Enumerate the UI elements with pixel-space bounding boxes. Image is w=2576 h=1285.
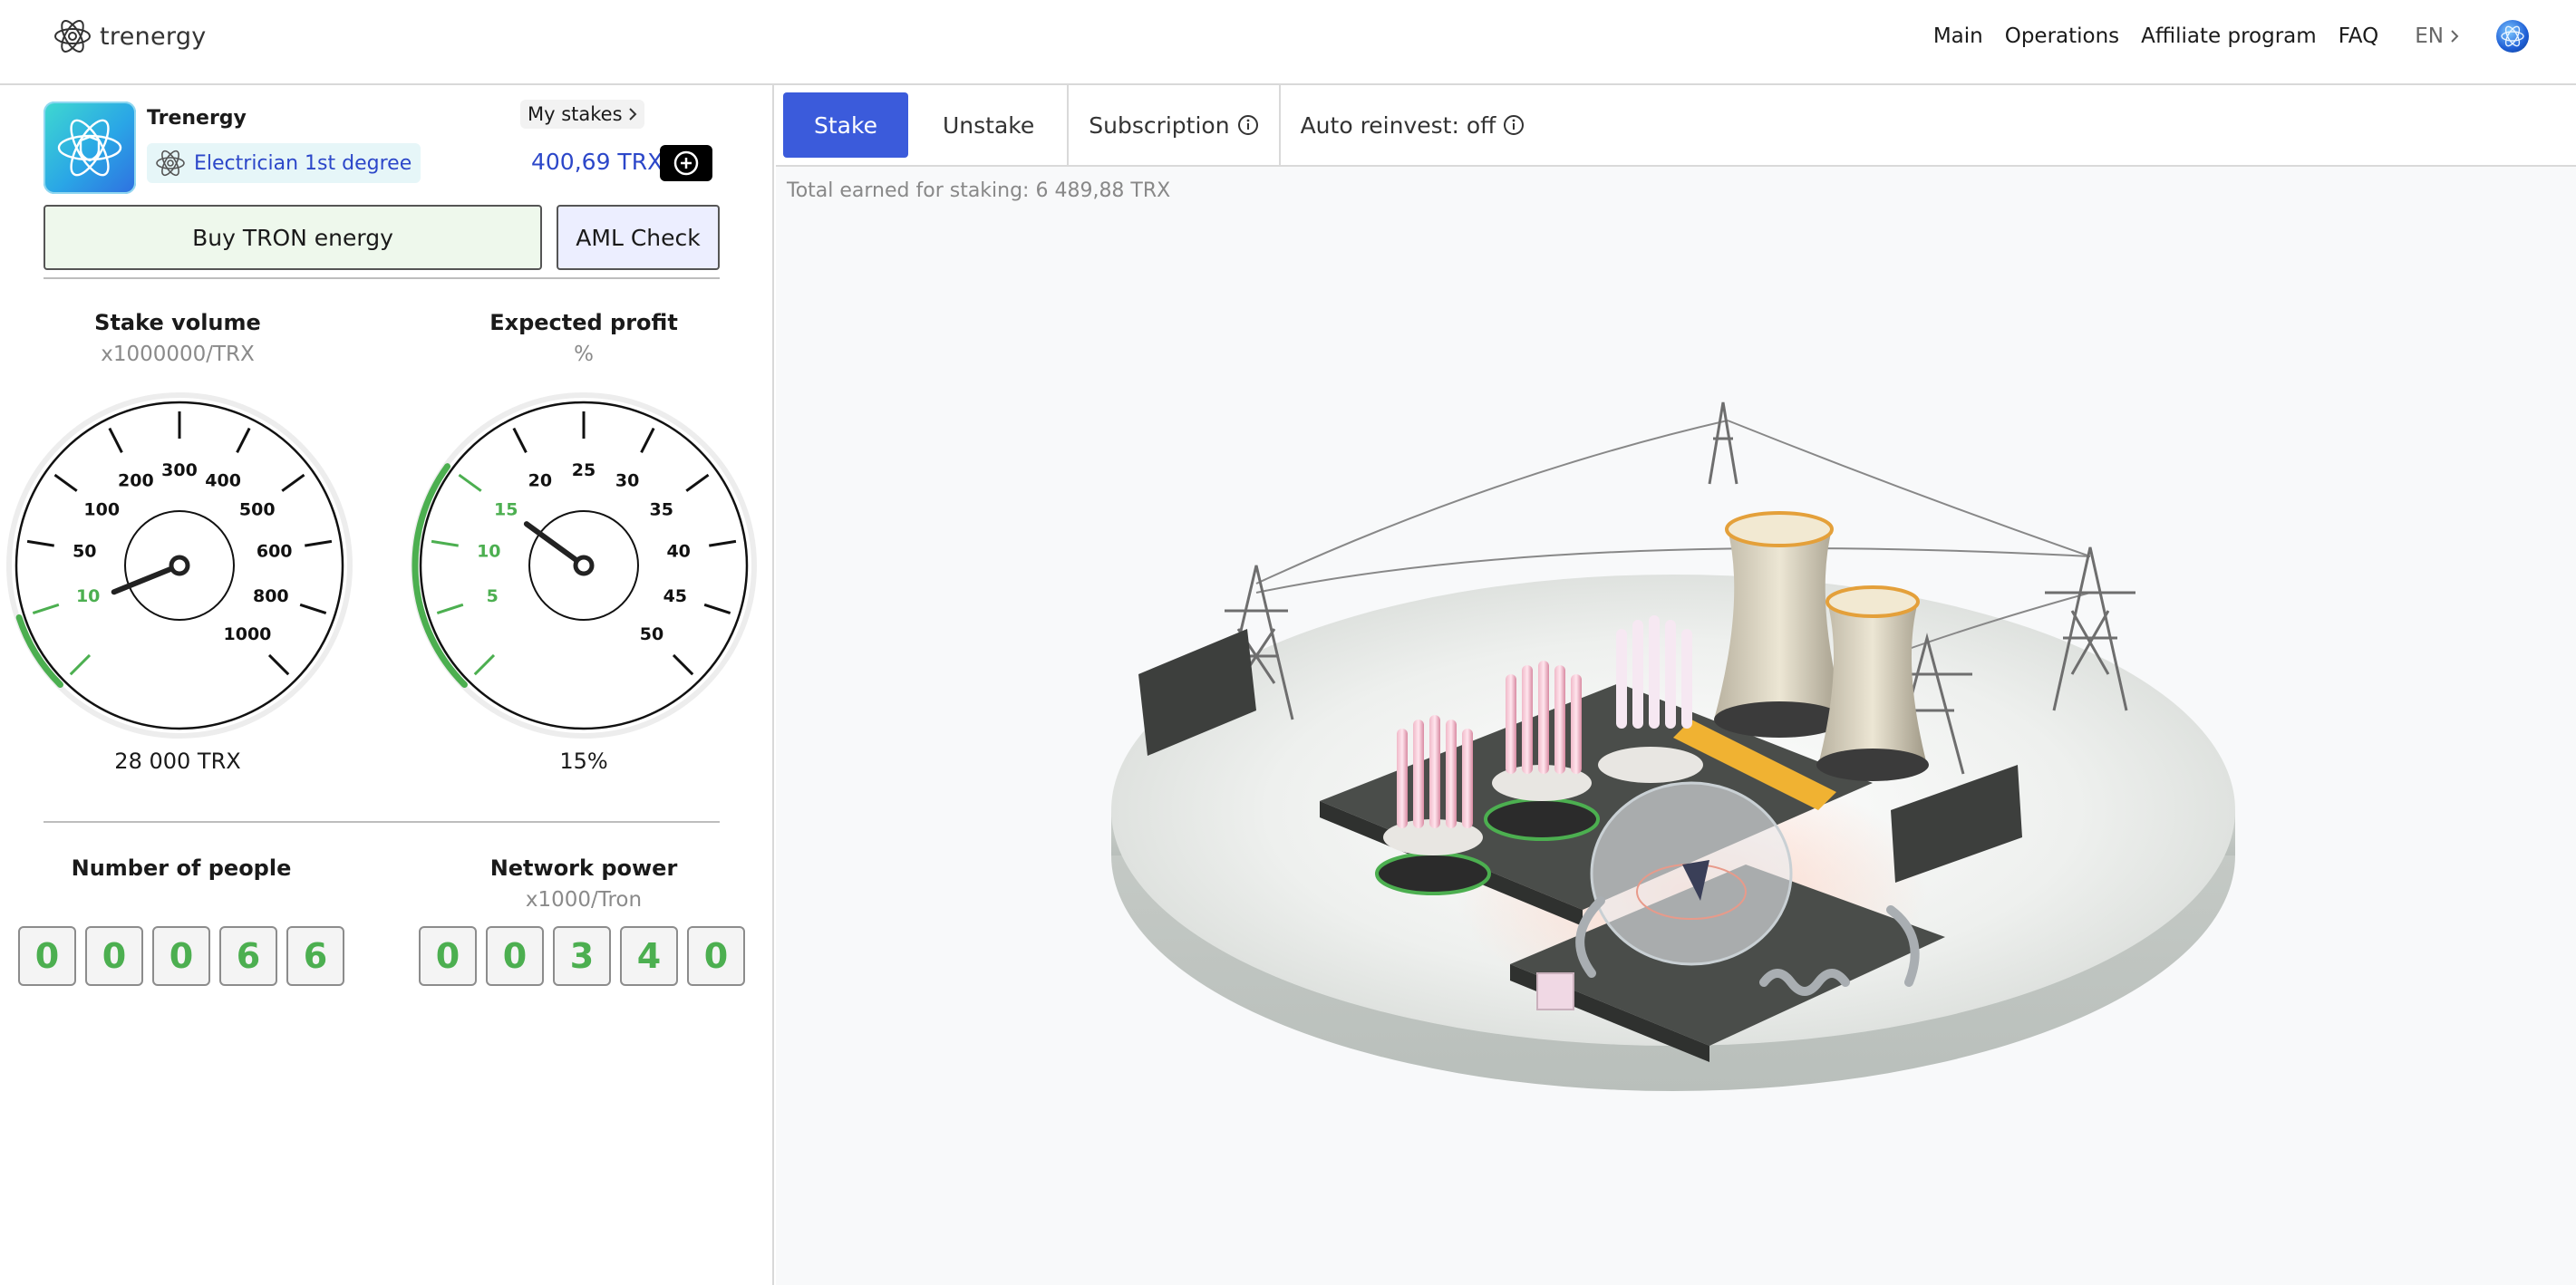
nav-main[interactable]: Main	[1933, 24, 1983, 48]
gauge-tick-label: 10	[76, 586, 100, 606]
network-power-title: Network power	[489, 855, 678, 881]
nav-operations[interactable]: Operations	[2005, 24, 2119, 48]
language-label: EN	[2415, 24, 2444, 48]
rank-label: Electrician 1st degree	[194, 151, 412, 175]
gauge-tick-label: 45	[663, 586, 687, 606]
counter-digit: 0	[18, 926, 76, 986]
divider	[44, 277, 720, 279]
profile-name: Trenergy	[147, 107, 247, 130]
gauge-tick-label: 300	[161, 460, 198, 480]
chevron-right-icon	[628, 108, 636, 121]
total-earned-text: Total earned for staking: 6 489,88 TRX	[787, 179, 1171, 202]
logo[interactable]: trenergy	[53, 16, 207, 56]
gauge-tick-label: 15	[494, 500, 518, 520]
gauge-tick-label: 600	[257, 541, 293, 561]
language-selector[interactable]: EN	[2415, 24, 2460, 48]
main-area: Stake Unstake Subscription Auto reinvest…	[776, 84, 2576, 1285]
add-funds-button[interactable]	[660, 145, 712, 181]
main-nav: Main Operations Affiliate program FAQ EN	[1933, 20, 2529, 53]
top-bar: trenergy Main Operations Affiliate progr…	[0, 0, 2576, 85]
auto-reinvest-toggle[interactable]: Auto reinvest: off	[1281, 84, 1545, 166]
user-avatar-icon[interactable]	[2496, 20, 2529, 53]
counter-digit: 0	[85, 926, 143, 986]
gauge-needle-pivot	[573, 555, 595, 576]
atom-shield-icon	[57, 119, 122, 177]
tab-subscription-label: Subscription	[1089, 111, 1230, 139]
profile-avatar[interactable]	[44, 101, 136, 194]
tab-stake[interactable]: Stake	[783, 92, 908, 158]
gauge-tick-label: 100	[83, 500, 120, 520]
stake-volume-gauge: 10 50 100 200 300 400 500 600 800 1000	[6, 392, 353, 739]
gauge-tick-label: 25	[572, 460, 596, 480]
my-stakes-link[interactable]: My stakes	[520, 100, 644, 129]
stake-volume-title: Stake volume	[94, 310, 261, 335]
stake-volume-value: 28 000 TRX	[114, 749, 241, 774]
people-counter: 0 0 0 6 6	[18, 926, 344, 986]
balance-value: 400,69 TRX	[531, 149, 663, 175]
counter-digit: 0	[486, 926, 544, 986]
counter-digit: 6	[219, 926, 277, 986]
tab-unstake[interactable]: Unstake	[915, 84, 1070, 166]
expected-profit-unit: %	[574, 343, 594, 366]
gauge-tick-label: 50	[73, 541, 96, 561]
gauge-needle-pivot	[169, 555, 190, 576]
nav-faq[interactable]: FAQ	[2339, 24, 2379, 48]
logo-text: trenergy	[100, 22, 207, 51]
nav-affiliate[interactable]: Affiliate program	[2141, 24, 2317, 48]
stake-tabs: Stake Unstake Subscription Auto reinvest…	[776, 84, 2576, 167]
people-title: Number of people	[71, 855, 292, 881]
gauge-tick-label: 200	[118, 471, 154, 491]
counter-digit: 0	[419, 926, 477, 986]
gauge-tick-label: 400	[205, 471, 241, 491]
gauge-tick-label: 50	[640, 624, 663, 644]
info-icon[interactable]	[1503, 114, 1525, 136]
atom-logo-icon	[54, 20, 91, 53]
expected-profit-value: 15%	[559, 749, 608, 774]
gauge-tick-label: 40	[666, 541, 690, 561]
network-power-counter: 0 0 3 4 0	[419, 926, 745, 986]
left-panel: Trenergy Electrician 1st degree My stake…	[0, 85, 774, 1285]
auto-reinvest-label: Auto reinvest: off	[1300, 111, 1496, 139]
gauge-tick-label: 10	[477, 541, 500, 561]
aml-check-button[interactable]: AML Check	[557, 205, 720, 270]
network-power-unit: x1000/Tron	[525, 888, 643, 912]
plus-circle-icon	[673, 150, 699, 176]
atom-rank-icon	[156, 150, 185, 177]
gauge-tick-label: 20	[528, 471, 552, 491]
counter-digit: 0	[687, 926, 745, 986]
counter-digit: 3	[553, 926, 611, 986]
stake-volume-unit: x1000000/TRX	[101, 343, 255, 366]
gauge-tick-label: 800	[253, 586, 289, 606]
my-stakes-label: My stakes	[528, 103, 623, 125]
buy-energy-button[interactable]: Buy TRON energy	[44, 205, 542, 270]
rank-badge: Electrician 1st degree	[147, 143, 421, 183]
chevron-right-icon	[2451, 30, 2459, 43]
counter-digit: 6	[286, 926, 344, 986]
gauge-tick-label: 35	[650, 500, 673, 520]
gauge-tick-label: 1000	[224, 624, 272, 644]
power-plant-illustration	[1111, 401, 2235, 1091]
gauge-tick-label: 500	[239, 500, 276, 520]
gauge-tick-label: 30	[615, 471, 639, 491]
info-icon[interactable]	[1237, 114, 1259, 136]
tab-subscription[interactable]: Subscription	[1069, 84, 1281, 166]
expected-profit-title: Expected profit	[489, 310, 678, 335]
expected-profit-gauge: 5 10 15 20 25 30 35 40 4550	[411, 392, 757, 739]
divider	[44, 821, 720, 823]
gauge-tick-label: 5	[487, 586, 499, 606]
counter-digit: 4	[620, 926, 678, 986]
counter-digit: 0	[152, 926, 210, 986]
